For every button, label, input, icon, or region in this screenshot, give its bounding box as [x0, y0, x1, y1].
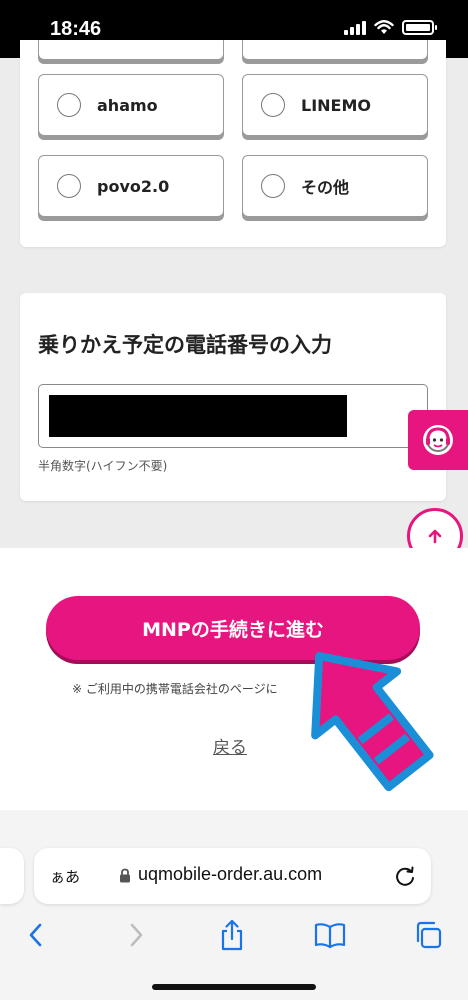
cellular-signal-icon [344, 20, 366, 35]
mnp-proceed-button[interactable]: MNPの手続きに進む [46, 596, 420, 660]
carrier-option-partial[interactable] [242, 40, 428, 60]
status-icons [344, 20, 437, 35]
browser-toolbar [0, 810, 468, 1000]
carrier-option-linemo[interactable]: LINEMO [242, 74, 428, 136]
back-link[interactable]: 戻る [213, 733, 247, 758]
action-section [0, 548, 468, 810]
carrier-option-label: その他 [301, 178, 350, 197]
radio-button[interactable] [261, 174, 285, 198]
reload-icon[interactable] [392, 863, 418, 889]
carrier-option-label: ahamo [97, 95, 158, 115]
lock-icon [120, 868, 130, 883]
browser-forward-button[interactable] [116, 915, 156, 955]
arrow-up-icon [428, 529, 442, 544]
chevron-left-icon [29, 923, 42, 947]
wifi-icon [374, 20, 394, 34]
carrier-option-other[interactable]: その他 [242, 155, 428, 217]
carrier-option-ahamo[interactable]: ahamo [38, 74, 224, 136]
address-bar[interactable]: ぁあ uqmobile-order.au.com [34, 848, 431, 904]
phone-section-title: 乗りかえ予定の電話番号の入力 [38, 333, 332, 357]
support-agent-icon [423, 425, 453, 455]
redacted-phone-value [49, 395, 347, 437]
tabs-icon [416, 921, 442, 949]
carrier-option-partial[interactable] [38, 40, 224, 60]
home-indicator [152, 984, 316, 990]
reader-settings-button[interactable]: ぁあ [50, 866, 80, 887]
phone-number-card: 乗りかえ予定の電話番号の入力 半角数字(ハイフン不要) [20, 293, 446, 501]
status-time: 18:46 [50, 18, 102, 40]
carrier-option-povo[interactable]: povo2.0 [38, 155, 224, 217]
browser-back-button[interactable] [16, 915, 56, 955]
chevron-right-icon [130, 923, 143, 947]
redirect-note: ※ ご利用中の携帯電話会社のページに [72, 682, 278, 696]
share-icon [221, 919, 243, 951]
tabs-button[interactable] [408, 915, 448, 955]
url-text: uqmobile-order.au.com [138, 864, 323, 884]
radio-button[interactable] [261, 93, 285, 117]
radio-button[interactable] [57, 174, 81, 198]
chat-support-button[interactable] [408, 410, 468, 470]
bookmarks-button[interactable] [310, 915, 350, 955]
book-icon [314, 923, 346, 949]
carrier-option-label: LINEMO [301, 95, 371, 115]
carrier-option-label: povo2.0 [97, 176, 170, 196]
phone-input-hint: 半角数字(ハイフン不要) [38, 459, 168, 473]
radio-button[interactable] [57, 93, 81, 117]
phone-number-input[interactable] [38, 384, 428, 448]
previous-tab-preview[interactable] [0, 848, 24, 904]
share-button[interactable] [212, 915, 252, 955]
battery-icon [402, 20, 437, 35]
